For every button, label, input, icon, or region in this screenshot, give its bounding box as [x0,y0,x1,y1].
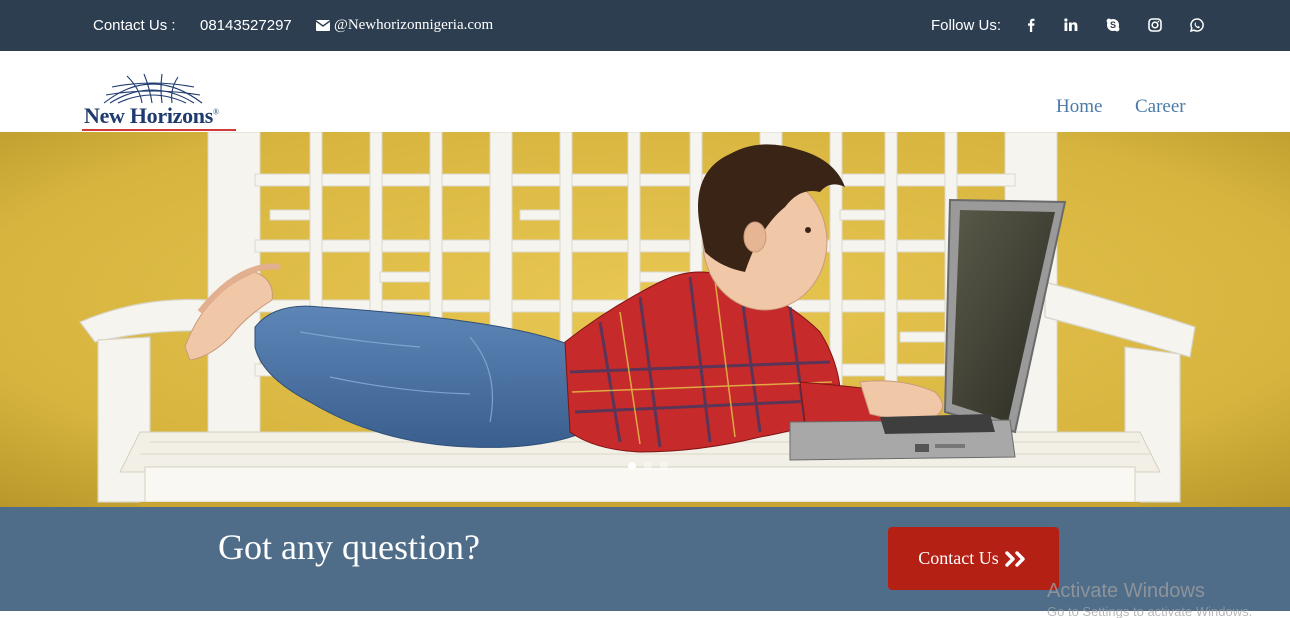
slider-dot[interactable] [628,462,636,470]
instagram-icon[interactable] [1147,17,1163,33]
svg-text:S: S [1110,20,1116,30]
follow-label: Follow Us: [931,17,1002,34]
logo-text: New Horizons® [84,103,219,128]
cta-title: Got any question? [218,527,480,567]
contact-label: Contact Us : [93,17,176,34]
slider-dot[interactable] [660,462,668,470]
nav-link-career[interactable]: Career [1135,96,1186,118]
phone-number[interactable]: 08143527297 [200,17,292,34]
nav-link-home[interactable]: Home [1056,96,1102,118]
main-nav: New Horizons® Home Career [0,51,1290,132]
email-text: @Newhorizonnigeria.com [334,17,494,33]
new-horizons-logo[interactable]: New Horizons® [82,73,238,133]
activate-windows-subtitle: Go to Settings to activate Windows. [1047,604,1253,618]
whatsapp-icon[interactable] [1189,17,1205,33]
double-chevron-right-icon [1005,550,1025,567]
contact-us-button-label: Contact Us [918,548,999,568]
slider-dot[interactable] [644,462,652,470]
facebook-icon[interactable] [1023,17,1039,33]
top-bar: Contact Us : 08143527297 @Newhorizonnige… [0,0,1290,51]
contact-us-button[interactable]: Contact Us [888,527,1059,590]
email-link[interactable]: @Newhorizonnigeria.com [316,17,493,34]
envelope-icon [316,20,330,31]
linkedin-icon[interactable] [1063,17,1079,33]
logo-underline [82,129,236,131]
skype-icon[interactable]: S [1105,17,1121,33]
hero-slider[interactable] [0,132,1290,507]
activate-windows-title: Activate Windows [1047,580,1205,602]
hero-image [0,132,1290,507]
